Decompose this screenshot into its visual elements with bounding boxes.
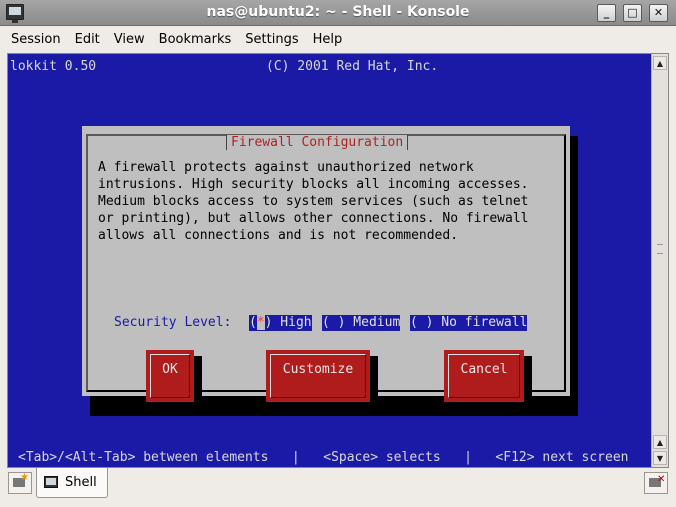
menu-help[interactable]: Help [306, 29, 350, 50]
scroll-down-arrow-icon[interactable]: ▼ [653, 451, 667, 465]
radio-no-firewall[interactable]: ( ) No firewall [410, 315, 528, 331]
key-help-footer: <Tab>/<Alt-Tab> between elements | <Spac… [18, 450, 629, 465]
radio-high[interactable]: (*) High [249, 315, 312, 331]
session-tab-bar: Shell [0, 468, 676, 507]
tab-label: Shell [65, 475, 97, 490]
radio-label: ) No firewall [425, 315, 528, 330]
window-titlebar[interactable]: nas@ubuntu2: ~ - Shell - Konsole _ □ ✕ [0, 0, 676, 26]
close-session-icon[interactable] [644, 472, 668, 494]
radio-medium[interactable]: ( ) Medium [322, 315, 401, 331]
customize-button-label: Customize [270, 354, 366, 398]
radio-open: ( [249, 315, 257, 330]
maximize-button[interactable]: □ [623, 4, 642, 22]
menu-settings[interactable]: Settings [238, 29, 305, 50]
terminal-icon [44, 476, 58, 488]
radio-open: ( [410, 315, 418, 330]
scroll-up-arrow-icon[interactable]: ▲ [653, 56, 667, 70]
security-level-label: Security Level: [114, 315, 232, 330]
menu-session[interactable]: Session [4, 29, 68, 50]
menu-edit[interactable]: Edit [68, 29, 107, 50]
header-center: (C) 2001 Red Hat, Inc. [266, 59, 439, 74]
radio-mark [330, 315, 338, 330]
tab-shell[interactable]: Shell [36, 468, 108, 498]
cancel-button[interactable]: Cancel [444, 350, 524, 402]
vertical-scrollbar[interactable]: ▲ ▲ ▼ [651, 54, 668, 467]
menu-bookmarks[interactable]: Bookmarks [152, 29, 239, 50]
radio-label: ) High [264, 315, 312, 330]
terminal-screen[interactable]: lokkit 0.50 (C) 2001 Red Hat, Inc. Firew… [8, 54, 651, 467]
close-window-button[interactable]: ✕ [649, 4, 668, 22]
window-title: nas@ubuntu2: ~ - Shell - Konsole [206, 4, 470, 20]
menu-bar: Session Edit View Bookmarks Settings Hel… [0, 26, 676, 52]
new-session-icon[interactable] [8, 472, 32, 494]
scrollbar-grip[interactable] [657, 244, 663, 254]
radio-label: ) Medium [337, 315, 401, 330]
dialog-description: A firewall protects against unauthorized… [98, 160, 529, 243]
menu-view[interactable]: View [107, 29, 152, 50]
customize-button[interactable]: Customize [266, 350, 370, 402]
header-left: lokkit 0.50 [10, 59, 97, 74]
dialog-title: Firewall Configuration [226, 135, 409, 150]
ok-button-label: OK [150, 354, 190, 398]
radio-open: ( [322, 315, 330, 330]
ok-button[interactable]: OK [146, 350, 194, 402]
scroll-up-arrow-icon-lower[interactable]: ▲ [653, 435, 667, 449]
firewall-dialog: Firewall Configuration A firewall protec… [82, 126, 570, 408]
radio-mark [418, 315, 426, 330]
minimize-button[interactable]: _ [597, 4, 616, 22]
cancel-button-label: Cancel [448, 354, 520, 398]
radio-mark: * [256, 315, 265, 330]
